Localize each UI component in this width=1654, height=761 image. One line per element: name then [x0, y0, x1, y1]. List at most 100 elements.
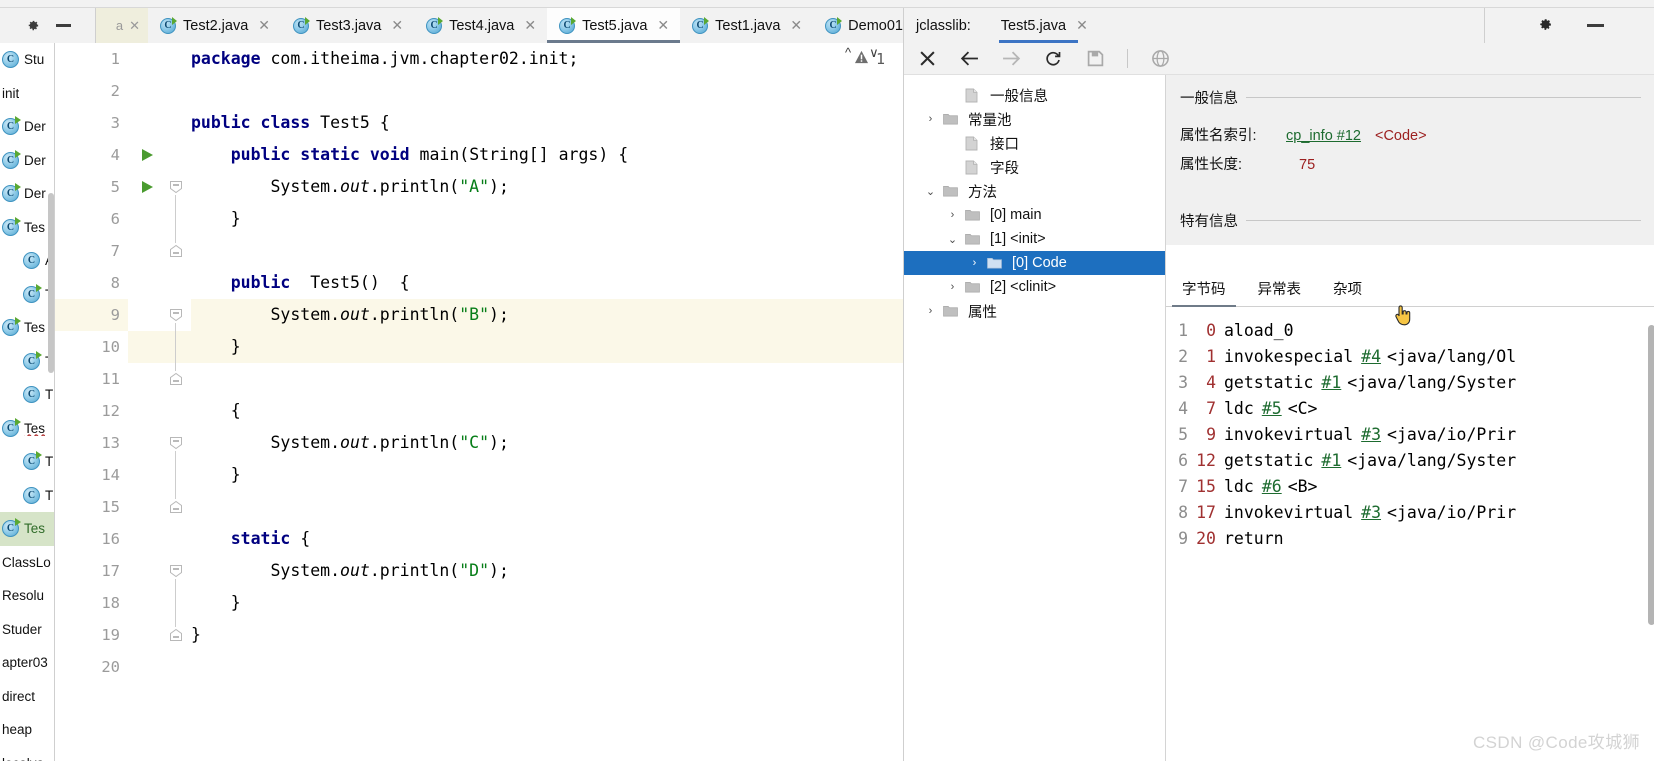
code-editor[interactable]: 1 2 3 4 5 6 7 8 9 10 11 12 13 14 15 16 17 18 19 20 [55, 43, 903, 761]
code-line[interactable]: System.out.println("C"); [191, 427, 903, 459]
tree-node[interactable]: ⌄ [1] <init> [904, 227, 1165, 251]
code-line[interactable]: System.out.println("B"); [191, 299, 903, 331]
constant-pool-ref-link[interactable]: #1 [1321, 448, 1341, 474]
project-item[interactable]: C Der [0, 177, 54, 211]
code-line[interactable]: System.out.println("D"); [191, 555, 903, 587]
chevron-right-icon[interactable]: › [968, 257, 981, 269]
constant-pool-ref-link[interactable]: #1 [1321, 370, 1341, 396]
project-item[interactable]: C Tes [0, 412, 54, 446]
fold-close-icon[interactable] [169, 372, 183, 386]
code-text-area[interactable]: package com.itheima.jvm.chapter02.init; … [191, 43, 903, 761]
constant-pool-ref-link[interactable]: #5 [1262, 396, 1282, 422]
close-icon[interactable]: ✕ [1076, 17, 1088, 34]
panel-splitter[interactable] [1160, 75, 1164, 761]
editor-tab-test1[interactable]: C Test1.java ✕ [680, 8, 813, 43]
chevron-up-icon[interactable]: ^ [845, 45, 851, 61]
tree-node[interactable]: › [2] <clinit> [904, 275, 1165, 299]
code-line[interactable]: public static void main(String[] args) { [191, 139, 903, 171]
project-scrollbar[interactable] [48, 193, 54, 373]
forward-button[interactable] [1001, 49, 1021, 69]
bytecode-scrollbar[interactable] [1648, 325, 1654, 625]
bytecode-listing[interactable]: 1 0 aload_0 2 1 invokespecial #4 <java/lang/Ol… [1166, 308, 1654, 761]
tree-node[interactable]: › 常量池 [904, 107, 1165, 131]
chevron-right-icon[interactable]: › [946, 209, 959, 221]
classfile-tree[interactable]: 一般信息 › 常量池 接口 字段 ⌄ 方法 › [0] main ⌄ [1] <init> › [0] … [904, 75, 1166, 761]
tree-node[interactable]: 接口 [904, 131, 1165, 155]
gear-icon[interactable] [25, 18, 40, 33]
code-line[interactable]: public class Test5 { [191, 107, 903, 139]
bytecode-row[interactable]: 2 1 invokespecial #4 <java/lang/Ol [1166, 344, 1654, 370]
code-line[interactable] [191, 491, 903, 523]
code-line[interactable]: package com.itheima.jvm.chapter02.init; [191, 43, 903, 75]
run-icon[interactable] [142, 181, 153, 193]
close-icon[interactable]: ✕ [391, 17, 403, 34]
fold-close-icon[interactable] [169, 244, 183, 258]
tree-node[interactable]: 字段 [904, 155, 1165, 179]
project-item[interactable]: CT [0, 345, 54, 379]
close-icon[interactable]: ✕ [657, 17, 669, 34]
minimize-icon[interactable] [1586, 24, 1604, 27]
code-line[interactable] [191, 235, 903, 267]
code-line[interactable]: static { [191, 523, 903, 555]
chevron-down-icon[interactable]: ⌄ [924, 185, 937, 198]
editor-tab-test3[interactable]: C Test3.java ✕ [281, 8, 414, 43]
bytecode-row[interactable]: 5 9 invokevirtual #3 <java/io/Prir [1166, 422, 1654, 448]
project-item[interactable]: localva [0, 747, 54, 761]
code-line[interactable]: public Test5() { [191, 267, 903, 299]
reload-button[interactable] [1043, 49, 1063, 69]
gear-icon[interactable] [1536, 16, 1553, 36]
tree-node[interactable]: › 属性 [904, 299, 1165, 323]
project-item[interactable]: C Der [0, 110, 54, 144]
editor-tab-test4[interactable]: C Test4.java ✕ [414, 8, 547, 43]
project-item[interactable]: C Tes [0, 311, 54, 345]
fold-open-icon[interactable] [169, 564, 183, 578]
project-item[interactable]: direct [0, 680, 54, 714]
code-line[interactable]: } [191, 203, 903, 235]
project-item[interactable]: init [0, 77, 54, 111]
back-button[interactable] [959, 49, 979, 69]
tree-node[interactable]: ⌄ 方法 [904, 179, 1165, 203]
tree-node[interactable]: 一般信息 [904, 83, 1165, 107]
project-item[interactable]: Studer [0, 613, 54, 647]
bytecode-row[interactable]: 3 4 getstatic #1 <java/lang/Syster [1166, 370, 1654, 396]
code-line[interactable] [191, 363, 903, 395]
project-item[interactable]: CT [0, 445, 54, 479]
chevron-right-icon[interactable]: › [946, 281, 959, 293]
project-item[interactable]: CT [0, 378, 54, 412]
project-item[interactable]: heap [0, 713, 54, 747]
code-line[interactable]: } [191, 587, 903, 619]
jclasslib-file-tab[interactable]: Test5.java ✕ [998, 8, 1088, 43]
code-line[interactable]: System.out.println("A"); [191, 171, 903, 203]
project-item[interactable]: CA [0, 244, 54, 278]
close-icon[interactable]: ✕ [129, 18, 140, 34]
run-icon[interactable] [142, 149, 153, 161]
fold-open-icon[interactable] [169, 308, 183, 322]
tree-node[interactable]: › [0] main [904, 203, 1165, 227]
code-line[interactable] [191, 651, 903, 683]
constant-pool-ref-link[interactable]: #6 [1262, 474, 1282, 500]
run-marker-row3[interactable] [128, 139, 191, 171]
project-item[interactable]: C Tes [0, 512, 54, 546]
code-line[interactable]: } [191, 619, 903, 651]
project-item[interactable]: C Der [0, 144, 54, 178]
editor-tab-test2[interactable]: C Test2.java ✕ [148, 8, 281, 43]
fold-open-icon[interactable] [169, 180, 183, 194]
close-icon[interactable]: ✕ [258, 17, 270, 34]
chevron-down-icon[interactable]: ∨ [869, 45, 879, 61]
tab-exception-table[interactable]: 异常表 [1242, 276, 1318, 306]
project-item[interactable]: Resolu [0, 579, 54, 613]
tab-misc[interactable]: 杂项 [1317, 276, 1378, 306]
code-line[interactable]: } [191, 459, 903, 491]
chevron-right-icon[interactable]: › [924, 305, 937, 317]
constant-pool-ref-link[interactable]: #3 [1361, 500, 1381, 526]
tree-node[interactable]: › [0] Code [904, 251, 1165, 275]
partial-tab[interactable]: a ✕ [96, 8, 148, 43]
close-icon[interactable]: ✕ [790, 17, 802, 34]
fold-close-icon[interactable] [169, 500, 183, 514]
bytecode-row[interactable]: 7 15 ldc #6 <B> [1166, 474, 1654, 500]
globe-icon[interactable] [1150, 49, 1170, 69]
project-item[interactable]: CT [0, 479, 54, 513]
save-button[interactable] [1085, 49, 1105, 69]
chevron-right-icon[interactable]: › [924, 113, 937, 125]
close-icon[interactable]: ✕ [524, 17, 536, 34]
